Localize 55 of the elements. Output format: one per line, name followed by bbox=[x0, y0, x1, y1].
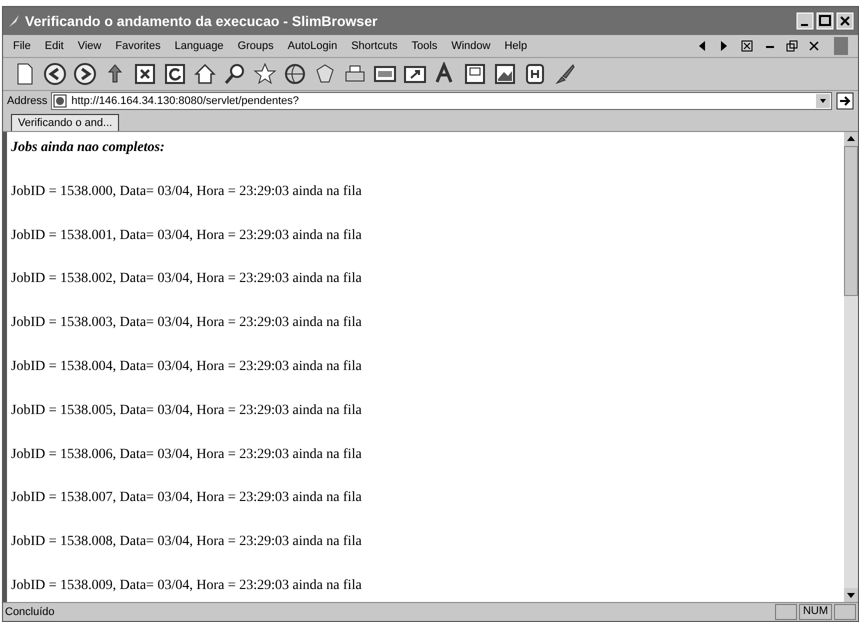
job-line: JobID = 1538.006, Data= 03/04, Hora = 23:29:03 ainda na fila bbox=[11, 446, 363, 463]
close-icon[interactable] bbox=[836, 12, 854, 30]
scroll-thumb[interactable] bbox=[844, 146, 858, 296]
grip-handle[interactable] bbox=[834, 37, 848, 55]
close-icon[interactable] bbox=[808, 39, 820, 53]
image-icon[interactable] bbox=[493, 62, 517, 86]
status-indicator: NUM bbox=[798, 604, 832, 620]
feather-icon bbox=[7, 14, 21, 28]
job-line: JobID = 1538.000, Data= 03/04, Hora = 23:29:03 ainda na fila bbox=[11, 184, 363, 200]
menu-item[interactable]: AutoLogin bbox=[288, 40, 338, 52]
address-field[interactable]: http://146.164.34.130:8080/servlet/pendentes? bbox=[51, 92, 832, 110]
job-line: JobID = 1538.002, Data= 03/04, Hora = 23:29:03 ainda na fila bbox=[11, 271, 363, 288]
job-line: JobID = 1538.004, Data= 03/04, Hora = 23:29:03 ainda na fila bbox=[11, 358, 363, 375]
maximize-icon[interactable] bbox=[816, 12, 834, 30]
restore-icon[interactable] bbox=[786, 39, 798, 53]
menu-item[interactable]: Help bbox=[504, 40, 528, 52]
go-icon[interactable] bbox=[836, 92, 854, 110]
menu-item[interactable]: Language bbox=[174, 40, 224, 52]
menu-item[interactable]: Shortcuts bbox=[351, 40, 398, 52]
status-pane bbox=[834, 604, 856, 620]
job-line: JobID = 1538.007, Data= 03/04, Hora = 23:29:03 ainda na fila bbox=[11, 490, 363, 506]
minimize-icon[interactable] bbox=[796, 12, 814, 30]
close-tab-icon[interactable] bbox=[740, 39, 754, 53]
box-icon[interactable] bbox=[463, 62, 487, 86]
stop-icon[interactable] bbox=[133, 62, 157, 86]
job-line: JobID = 1538.008, Data= 03/04, Hora = 23:29:03 ainda na fila bbox=[11, 534, 363, 550]
menu-item[interactable]: Window bbox=[451, 40, 490, 52]
menu-item[interactable]: Tools bbox=[412, 40, 438, 52]
menu-item[interactable]: Favorites bbox=[115, 40, 161, 52]
refresh-icon[interactable] bbox=[163, 62, 187, 86]
scrollbar[interactable] bbox=[844, 132, 858, 602]
globe-icon[interactable] bbox=[283, 62, 307, 86]
forward-icon[interactable] bbox=[73, 62, 97, 86]
page-heading: Jobs ainda nao completos: bbox=[11, 140, 166, 156]
job-line: JobID = 1538.003, Data= 03/04, Hora = 23:29:03 ainda na fila bbox=[11, 315, 363, 332]
back-icon[interactable] bbox=[43, 62, 67, 86]
address-label: Address bbox=[7, 95, 48, 107]
page-icon bbox=[53, 94, 68, 108]
window-title: Verificando o andamento da execucao - SlimBrowser bbox=[25, 13, 378, 29]
dropdown-icon[interactable] bbox=[816, 94, 830, 108]
menu-item[interactable]: File bbox=[13, 40, 31, 52]
job-line: JobID = 1538.009, Data= 03/04, Hora = 23:29:03 ainda na fila bbox=[11, 578, 363, 594]
status-pane bbox=[774, 604, 797, 620]
tab[interactable]: Verificando o and... bbox=[11, 114, 120, 131]
menu-item[interactable]: Groups bbox=[238, 40, 274, 52]
menu-item[interactable]: View bbox=[78, 40, 102, 52]
brush-icon[interactable] bbox=[553, 62, 577, 86]
home-icon[interactable] bbox=[193, 62, 217, 86]
square-icon[interactable] bbox=[523, 62, 547, 86]
job-line: JobID = 1538.001, Data= 03/04, Hora = 23:29:03 ainda na fila bbox=[11, 228, 363, 244]
search-icon[interactable] bbox=[223, 62, 247, 86]
job-line: JobID = 1538.005, Data= 03/04, Hora = 23:29:03 ainda na fila bbox=[11, 402, 363, 419]
status-text: Concluído bbox=[5, 606, 55, 618]
menu-item[interactable]: Edit bbox=[44, 40, 64, 52]
star-icon[interactable] bbox=[253, 62, 277, 86]
